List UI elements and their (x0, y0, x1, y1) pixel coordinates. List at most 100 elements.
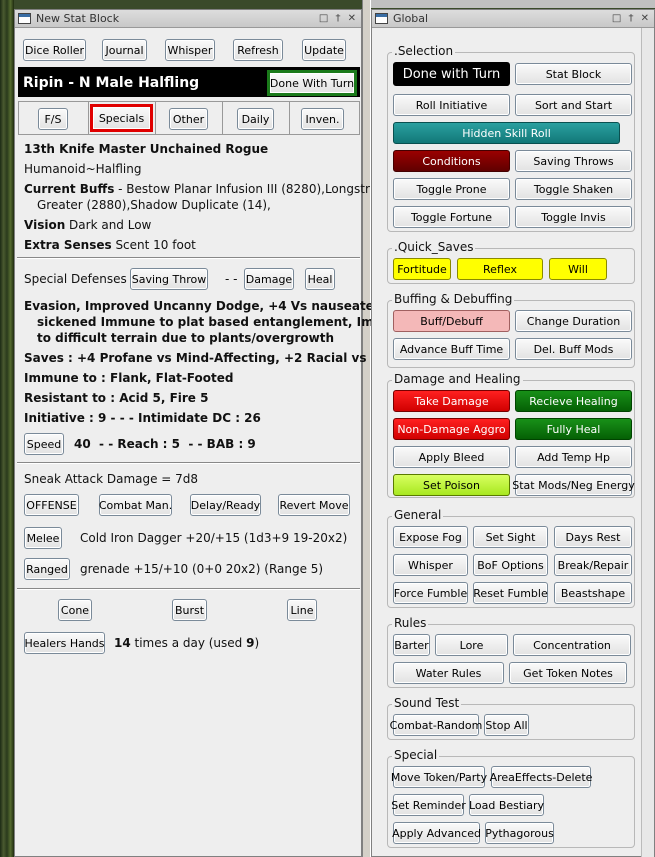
non-damage-aggro-button[interactable]: Non-Damage Aggro (393, 418, 510, 440)
lore-button[interactable]: Lore (435, 634, 508, 656)
tab-other[interactable]: Other (169, 108, 208, 130)
toggle-shaken-button[interactable]: Toggle Shaken (515, 178, 632, 200)
window-icon (18, 13, 31, 24)
burst-button[interactable]: Burst (172, 599, 207, 621)
stat-block-window: New Stat Block □ † ✕ (14, 9, 362, 857)
concentration-button[interactable]: Concentration (513, 634, 631, 656)
ranged-attack-text: grenade +15/+10 (0+0 20x2) (Range 5) (80, 562, 324, 576)
cone-button[interactable]: Cone (58, 599, 92, 621)
whisper-button[interactable]: Whisper (165, 39, 215, 61)
combat-random-button[interactable]: Combat-Random (390, 714, 482, 736)
hidden-skill-roll-button[interactable]: Hidden Skill Roll (393, 122, 620, 144)
force-fumble-button[interactable]: Force Fumble (393, 582, 468, 604)
tab-fs[interactable]: F/S (38, 108, 68, 130)
healers-hands-button[interactable]: Healers Hands (24, 632, 105, 654)
tab-inventory[interactable]: Inven. (301, 108, 344, 130)
buff-debuff-button[interactable]: Buff/Debuff (393, 310, 510, 332)
barter-button[interactable]: Barter (393, 634, 430, 656)
stat-block-titlebar[interactable]: New Stat Block □ † ✕ (15, 10, 361, 28)
quick-saves-label: .Quick_Saves (392, 240, 476, 254)
heal-button[interactable]: Heal (305, 268, 335, 290)
toggle-prone-button[interactable]: Toggle Prone (393, 178, 510, 200)
set-sight-button[interactable]: Set Sight (473, 526, 548, 548)
load-bestiary-button[interactable]: Load Bestiary (469, 794, 544, 816)
roll-initiative-button[interactable]: Roll Initiative (393, 94, 510, 116)
break-repair-button[interactable]: Break/Repair (554, 554, 632, 576)
fortitude-button[interactable]: Fortitude (393, 258, 451, 280)
refresh-button[interactable]: Refresh (233, 39, 283, 61)
divider (17, 257, 360, 259)
bof-options-button[interactable]: BoF Options (473, 554, 548, 576)
get-token-notes-button[interactable]: Get Token Notes (509, 662, 627, 684)
divider (17, 588, 360, 590)
done-with-turn-button[interactable]: Done With Turn (267, 70, 357, 96)
reflex-button[interactable]: Reflex (457, 258, 543, 280)
tab-daily[interactable]: Daily (237, 108, 274, 130)
saving-throws-button[interactable]: Saving Throws (515, 150, 632, 172)
window-controls[interactable]: □ † ✕ (612, 13, 651, 24)
revert-move-button[interactable]: Revert Move (278, 494, 350, 516)
global-titlebar[interactable]: Global □ † ✕ (372, 10, 654, 28)
damage-healing-label: Damage and Healing (392, 372, 523, 386)
delay-ready-button[interactable]: Delay/Ready (190, 494, 261, 516)
offense-button[interactable]: OFFENSE (24, 494, 79, 516)
expose-fog-button[interactable]: Expose Fog (393, 526, 468, 548)
extra-senses-line: Extra Senses Scent 10 foot (24, 238, 196, 252)
water-rules-button[interactable]: Water Rules (393, 662, 504, 684)
class-line: 13th Knife Master Unchained Rogue (24, 142, 269, 156)
recieve-healing-button[interactable]: Recieve Healing (515, 390, 632, 412)
journal-button[interactable]: Journal (102, 39, 147, 61)
beastshape-button[interactable]: Beastshape (554, 582, 632, 604)
tab-specials[interactable]: Specials (90, 104, 153, 132)
defenses-text-3: to difficult terrain due to plants/overg… (37, 331, 335, 345)
damage-button[interactable]: Damage (244, 268, 294, 290)
change-duration-button[interactable]: Change Duration (515, 310, 632, 332)
fully-heal-button[interactable]: Fully Heal (515, 418, 632, 440)
ranged-button[interactable]: Ranged (24, 558, 70, 580)
speed-button[interactable]: Speed (24, 433, 64, 455)
separator-dashes: - - (225, 272, 238, 286)
window-controls[interactable]: □ † ✕ (319, 13, 358, 24)
vision-line: Vision Dark and Low (24, 218, 152, 232)
buffing-label: Buffing & Debuffing (392, 292, 515, 306)
days-rest-button[interactable]: Days Rest (554, 526, 632, 548)
sort-and-start-button[interactable]: Sort and Start (515, 94, 632, 116)
take-damage-button[interactable]: Take Damage (393, 390, 510, 412)
saving-throw-button[interactable]: Saving Throw (130, 268, 208, 290)
reset-fumble-button[interactable]: Reset Fumble (473, 582, 548, 604)
del-buff-mods-button[interactable]: Del. Buff Mods (515, 338, 632, 360)
set-reminder-button[interactable]: Set Reminder (391, 794, 466, 816)
pythagorous-button[interactable]: Pythagorous (485, 822, 554, 844)
window-splitter[interactable] (362, 0, 371, 857)
stat-block-button[interactable]: Stat Block (515, 63, 632, 85)
add-temp-hp-button[interactable]: Add Temp Hp (515, 446, 632, 468)
conditions-button[interactable]: Conditions (393, 150, 510, 172)
set-poison-button[interactable]: Set Poison (393, 474, 510, 496)
move-token-party-button[interactable]: Move Token/Party (391, 766, 487, 788)
window-title: Global (393, 12, 429, 25)
advance-buff-time-button[interactable]: Advance Buff Time (393, 338, 510, 360)
combat-maneuver-button[interactable]: Combat Man. (99, 494, 172, 516)
will-button[interactable]: Will (549, 258, 607, 280)
update-button[interactable]: Update (302, 39, 346, 61)
stop-all-button[interactable]: Stop All (484, 714, 529, 736)
apply-advanced-button[interactable]: Apply Advanced (392, 822, 481, 844)
healers-hands-text: 14 times a day (used 9) (114, 636, 260, 650)
sneak-attack-text: Sneak Attack Damage = 7d8 (24, 472, 199, 486)
immune-line: Immune to : Flank, Flat-Footed (24, 371, 234, 385)
whisper-global-button[interactable]: Whisper (393, 554, 468, 576)
apply-bleed-button[interactable]: Apply Bleed (393, 446, 510, 468)
defenses-text: Evasion, Improved Uncanny Dodge, +4 Vs n… (24, 299, 401, 313)
melee-attack-text: Cold Iron Dagger +20/+15 (1d3+9 19-20x2) (80, 531, 348, 545)
area-effects-delete-button[interactable]: AreaEffects-Delete (490, 766, 592, 788)
toggle-invis-button[interactable]: Toggle Invis (515, 206, 632, 228)
melee-button[interactable]: Melee (24, 527, 62, 549)
special-defenses-label: Special Defenses (24, 272, 127, 286)
line-button[interactable]: Line (287, 599, 317, 621)
scrollbar[interactable] (641, 28, 654, 857)
window-title: New Stat Block (36, 12, 120, 25)
dice-roller-button[interactable]: Dice Roller (23, 39, 86, 61)
stat-mods-neg-energy-button[interactable]: Stat Mods/Neg Energy (512, 474, 635, 496)
done-with-turn-global-button[interactable]: Done with Turn (393, 62, 510, 86)
toggle-fortune-button[interactable]: Toggle Fortune (393, 206, 510, 228)
